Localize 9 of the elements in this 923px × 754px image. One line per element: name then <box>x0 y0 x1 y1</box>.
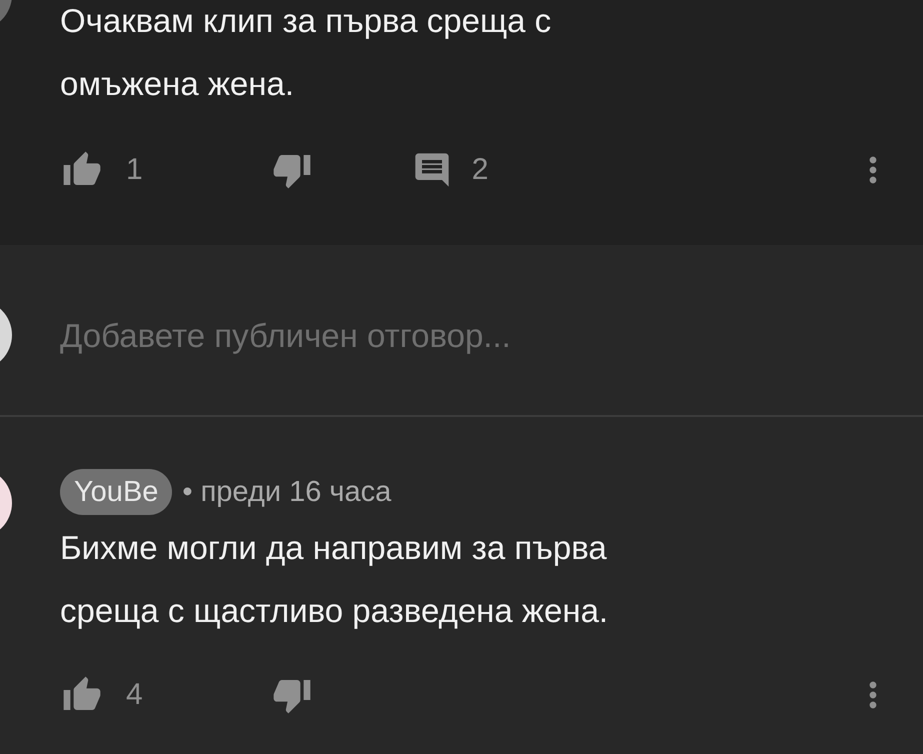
like-count: 1 <box>126 153 143 187</box>
separator-dot: • <box>182 476 193 508</box>
reply-count: 2 <box>472 153 488 187</box>
reply-input-field[interactable]: Добавете публичен отговор... <box>60 317 760 355</box>
comment-time: преди 16 часа <box>200 476 392 508</box>
comment-text: Бихме могли да направим за първа среща с щастливо разведена жена. <box>60 528 610 631</box>
comment-text: Очаквам клип за първа среща с омъжена жена. <box>60 1 552 104</box>
author-name[interactable]: YouBe <box>60 469 172 515</box>
like-count: 4 <box>126 678 143 712</box>
